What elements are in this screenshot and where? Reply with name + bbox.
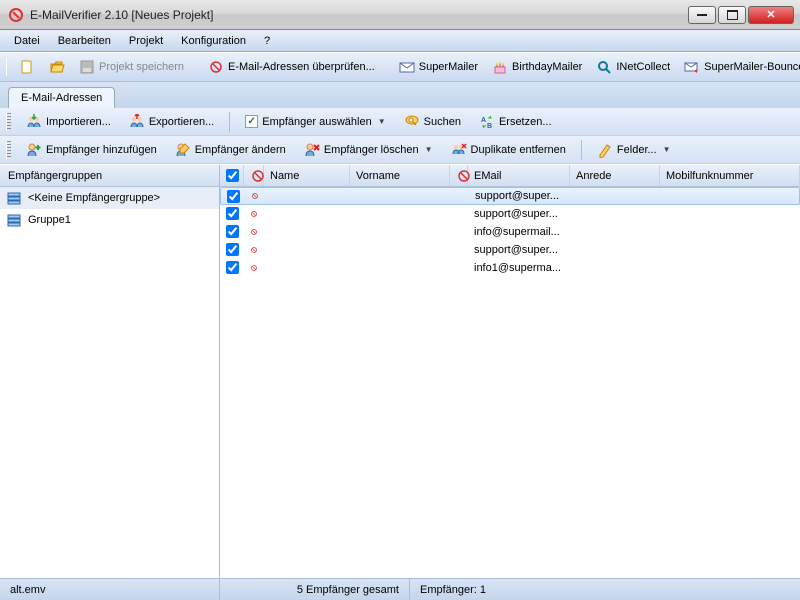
select-all-checkbox[interactable] bbox=[226, 169, 239, 182]
group-item-none[interactable]: <Keine Empfängergruppe> bbox=[0, 187, 219, 209]
select-recipients-button[interactable]: ✓Empfänger auswählen▼ bbox=[240, 112, 390, 131]
column-vorname[interactable]: Vorname bbox=[350, 165, 450, 186]
menu-datei[interactable]: Datei bbox=[6, 33, 48, 49]
close-button[interactable]: ✕ bbox=[748, 6, 794, 24]
group-list[interactable]: <Keine Empfängergruppe> Gruppe1 bbox=[0, 187, 219, 578]
table-row[interactable]: support@super... bbox=[220, 241, 800, 259]
row-checkbox[interactable] bbox=[220, 243, 244, 256]
edit-recipient-button[interactable]: Empfänger ändern bbox=[170, 139, 291, 161]
menu-konfiguration[interactable]: Konfiguration bbox=[173, 33, 254, 49]
main-area: Empfängergruppen <Keine Empfängergruppe>… bbox=[0, 164, 800, 578]
supermailer-bounce-button[interactable]: SuperMailer-Bounce bbox=[680, 57, 800, 77]
tab-bar: E-Mail-Adressen bbox=[0, 82, 800, 108]
recipient-toolbar: Empfänger hinzufügen Empfänger ändern Em… bbox=[0, 136, 800, 164]
row-checkbox[interactable] bbox=[220, 225, 244, 238]
window-title: E-MailVerifier 2.10 [Neues Projekt] bbox=[30, 8, 688, 22]
column-email[interactable]: EMail bbox=[468, 165, 570, 186]
column-status[interactable] bbox=[244, 165, 264, 186]
column-anrede[interactable]: Anrede bbox=[570, 165, 660, 186]
recipient-table: Name Vorname EMail Anrede Mobilfunknumme… bbox=[220, 165, 800, 578]
row-email: support@super... bbox=[468, 244, 570, 256]
tab-email-adressen[interactable]: E-Mail-Adressen bbox=[8, 87, 115, 108]
status-file: alt.emv bbox=[0, 579, 220, 600]
row-email: info1@superma... bbox=[468, 262, 570, 274]
row-checkbox[interactable] bbox=[220, 261, 244, 274]
birthdaymailer-button[interactable]: BirthdayMailer bbox=[488, 57, 586, 77]
table-row[interactable]: info1@superma... bbox=[220, 259, 800, 277]
row-status-icon bbox=[244, 207, 264, 221]
status-bar: alt.emv 5 Empfänger gesamt Empfänger: 1 bbox=[0, 578, 800, 600]
status-total: 5 Empfänger gesamt bbox=[220, 579, 410, 600]
inetcollect-button[interactable]: INetCollect bbox=[592, 57, 674, 77]
group-label: Gruppe1 bbox=[28, 214, 71, 226]
save-project-button: Projekt speichern bbox=[75, 57, 188, 77]
add-recipient-button[interactable]: Empfänger hinzufügen bbox=[21, 139, 162, 161]
fields-button[interactable]: Felder...▼ bbox=[592, 139, 676, 161]
save-project-label: Projekt speichern bbox=[99, 61, 184, 73]
replace-button[interactable]: ABErsetzen... bbox=[474, 111, 557, 133]
column-email-icon[interactable] bbox=[450, 165, 468, 186]
table-body[interactable]: support@super... support@super... info@sup… bbox=[220, 187, 800, 578]
row-status-icon bbox=[244, 243, 264, 257]
group-icon bbox=[6, 212, 22, 228]
row-checkbox[interactable] bbox=[220, 207, 244, 220]
toolbar-grip bbox=[6, 58, 7, 76]
row-email: info@supermail... bbox=[468, 226, 570, 238]
menubar: Datei Bearbeiten Projekt Konfiguration ? bbox=[0, 30, 800, 52]
titlebar: E-MailVerifier 2.10 [Neues Projekt] ✕ bbox=[0, 0, 800, 30]
menu-bearbeiten[interactable]: Bearbeiten bbox=[50, 33, 119, 49]
column-mobil[interactable]: Mobilfunknummer bbox=[660, 165, 800, 186]
row-checkbox[interactable] bbox=[221, 190, 245, 203]
dropdown-arrow-icon: ▼ bbox=[425, 145, 433, 154]
row-email: support@super... bbox=[469, 190, 571, 202]
secondary-toolbar: Importieren... Exportieren... ✓Empfänger… bbox=[0, 108, 800, 136]
row-status-icon bbox=[244, 225, 264, 239]
toolbar-grip bbox=[6, 141, 11, 159]
menu-help[interactable]: ? bbox=[256, 33, 278, 49]
table-row[interactable]: info@supermail... bbox=[220, 223, 800, 241]
open-project-button[interactable] bbox=[45, 57, 69, 77]
remove-duplicates-button[interactable]: Duplikate entfernen bbox=[446, 139, 571, 161]
column-checkbox[interactable] bbox=[220, 165, 244, 186]
row-status-icon bbox=[245, 189, 265, 203]
svg-text:B: B bbox=[487, 123, 492, 130]
search-button[interactable]: Suchen bbox=[399, 111, 466, 133]
row-status-icon bbox=[244, 261, 264, 275]
svg-text:A: A bbox=[481, 117, 486, 124]
group-label: <Keine Empfängergruppe> bbox=[28, 192, 160, 204]
column-header: Name Vorname EMail Anrede Mobilfunknumme… bbox=[220, 165, 800, 187]
group-item-gruppe1[interactable]: Gruppe1 bbox=[0, 209, 219, 231]
delete-recipient-button[interactable]: Empfänger löschen▼ bbox=[299, 139, 438, 161]
column-name[interactable]: Name bbox=[264, 165, 350, 186]
dropdown-arrow-icon: ▼ bbox=[378, 117, 386, 126]
app-icon bbox=[8, 7, 24, 23]
row-email: support@super... bbox=[468, 208, 570, 220]
sidebar-header: Empfängergruppen bbox=[0, 165, 219, 187]
export-button[interactable]: Exportieren... bbox=[124, 111, 219, 133]
status-selected: Empfänger: 1 bbox=[410, 579, 800, 600]
supermailer-button[interactable]: SuperMailer bbox=[395, 57, 482, 77]
dropdown-arrow-icon: ▼ bbox=[663, 145, 671, 154]
verify-addresses-button[interactable]: E-Mail-Adressen überprüfen... bbox=[204, 57, 379, 77]
minimize-button[interactable] bbox=[688, 6, 716, 24]
menu-projekt[interactable]: Projekt bbox=[121, 33, 171, 49]
new-project-button[interactable] bbox=[15, 57, 39, 77]
table-row[interactable]: support@super... bbox=[220, 187, 800, 205]
sidebar: Empfängergruppen <Keine Empfängergruppe>… bbox=[0, 165, 220, 578]
maximize-button[interactable] bbox=[718, 6, 746, 24]
main-toolbar: Projekt speichern E-Mail-Adressen überpr… bbox=[0, 52, 800, 82]
group-icon bbox=[6, 190, 22, 206]
import-button[interactable]: Importieren... bbox=[21, 111, 116, 133]
toolbar-grip bbox=[6, 113, 11, 131]
table-row[interactable]: support@super... bbox=[220, 205, 800, 223]
checkbox-icon: ✓ bbox=[245, 115, 258, 128]
